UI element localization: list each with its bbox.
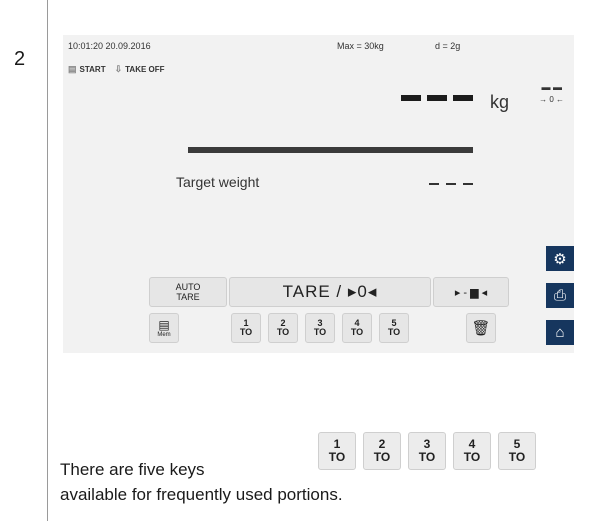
portion-key-3[interactable]: 3 TO (305, 313, 335, 343)
caption-key-label: TO (373, 450, 391, 464)
weight-unit: kg (490, 92, 510, 112)
target-dash (463, 183, 473, 185)
portion-key-4[interactable]: 4 TO (342, 313, 372, 343)
home-icon: ⌂ (555, 324, 565, 341)
portion-key-5[interactable]: 5 TO (379, 313, 409, 343)
margin-divider (47, 0, 48, 521)
caption-key-4: 4 TO (453, 432, 491, 470)
auto-tare-label-2: TARE (176, 292, 200, 302)
start-label: START (79, 65, 106, 74)
caption-key-5: 5 TO (498, 432, 536, 470)
caption-key-label: TO (463, 450, 481, 464)
step-number: 2 (14, 48, 26, 70)
portion-label: TO (387, 327, 401, 337)
tare-zero-button[interactable]: TARE / ▸0◂ (229, 277, 431, 307)
portion-label: TO (239, 327, 253, 337)
division: d = 2g (435, 41, 461, 51)
takeoff-label: TAKE OFF (125, 65, 165, 74)
target-weight-label: Target weight (176, 174, 260, 190)
caption-key-2: 2 TO (363, 432, 401, 470)
start-icon: ▤ (68, 64, 77, 74)
caption-key-3: 3 TO (408, 432, 446, 470)
portion-key-1[interactable]: 1 TO (231, 313, 261, 343)
delete-button[interactable]: 🗑 (466, 313, 496, 343)
portion-label: TO (350, 327, 364, 337)
weight-dash (427, 95, 447, 101)
gear-icon: ⚙ (553, 250, 567, 268)
tare-zero-label: TARE / ▸0◂ (282, 282, 378, 301)
container-tare-button[interactable]: ▸ - ▆ ◂ (433, 277, 509, 307)
target-dash (429, 183, 439, 185)
weight-display (401, 95, 487, 103)
weight-dash (453, 95, 473, 101)
target-bar (188, 147, 473, 153)
trash-icon: 🗑 (471, 320, 491, 337)
target-dash (446, 183, 456, 185)
target-weight-value (429, 183, 475, 186)
zero-indicator: → 0 ← (539, 95, 564, 104)
caption-key-label: TO (328, 450, 346, 464)
portion-label: TO (276, 327, 290, 337)
scale-display: 10:01:20 20.09.2016 Max = 30kg d = 2g ▤ … (63, 35, 574, 353)
portion-key-2[interactable]: 2 TO (268, 313, 298, 343)
datetime: 10:01:20 20.09.2016 (68, 41, 151, 51)
stable-indicator: ▬ ▬ (541, 82, 562, 92)
max-capacity: Max = 30kg (337, 41, 384, 51)
container-tare-label: ▸ - ▆ ◂ (454, 286, 488, 299)
settings-button[interactable]: ⚙ (546, 246, 574, 271)
auto-tare-label-1: AUTO (175, 282, 201, 292)
caption-key-label: TO (508, 450, 526, 464)
home-button[interactable]: ⌂ (546, 320, 574, 345)
portion-label: TO (313, 327, 327, 337)
caption-key-1: 1 TO (318, 432, 356, 470)
mem-button[interactable]: ▤ Mem (149, 313, 179, 343)
printer-icon: ⎙ (553, 287, 566, 304)
status-row: ▤ START ⇩ TAKE OFF (68, 64, 165, 75)
caption-line-2: available for frequently used portions. (60, 485, 343, 504)
caption-key-label: TO (418, 450, 436, 464)
auto-tare-button[interactable]: AUTO TARE (149, 277, 227, 307)
memory-icon: ▤ (158, 318, 170, 332)
mem-label: Mem (157, 332, 171, 338)
print-button[interactable]: ⎙ (546, 283, 574, 308)
weight-dash (401, 95, 421, 101)
takeoff-icon: ⇩ (114, 64, 123, 74)
caption-line-1: There are five keys (60, 460, 205, 479)
